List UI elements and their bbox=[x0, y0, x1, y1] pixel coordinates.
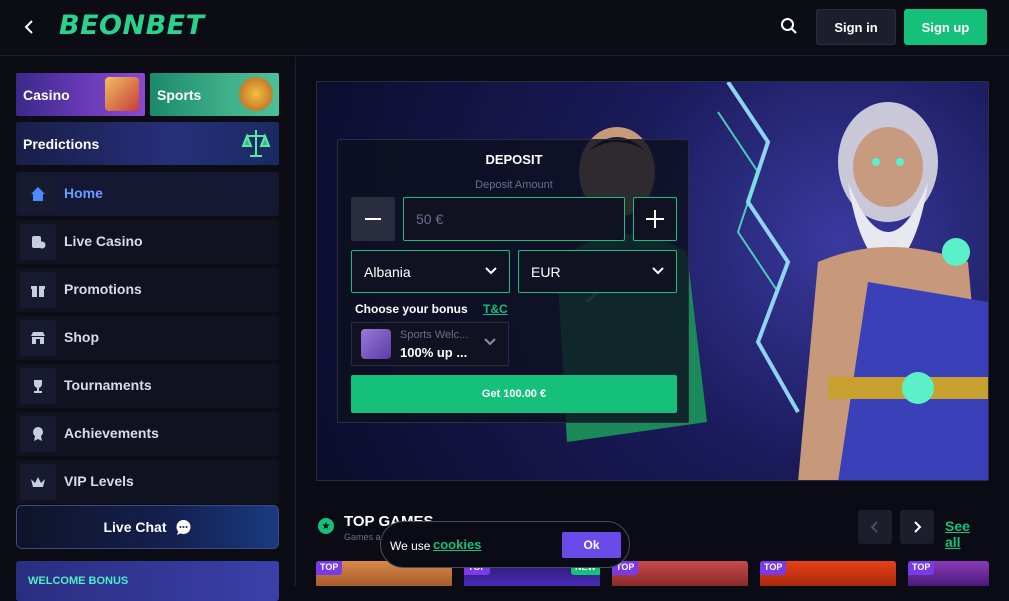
sidebar-item-label: Achievements bbox=[64, 425, 159, 441]
top-badge: TOP bbox=[908, 561, 935, 575]
deposit-title: DEPOSIT bbox=[485, 152, 543, 167]
sidebar-item-live-casino[interactable]: Live Casino bbox=[16, 220, 279, 264]
top-badge: TOP bbox=[760, 561, 787, 575]
get-bonus-button[interactable]: Get 100.00 € bbox=[351, 375, 677, 413]
medal-icon bbox=[20, 416, 56, 452]
decrease-amount-button[interactable] bbox=[351, 197, 395, 241]
trophy-icon bbox=[20, 368, 56, 404]
sidebar-item-shop[interactable]: Shop bbox=[16, 316, 279, 360]
chat-bubble-icon bbox=[175, 519, 192, 536]
category-label: Predictions bbox=[23, 136, 100, 152]
bonus-select[interactable]: Sports Welc... 100% up ... bbox=[351, 322, 509, 366]
sign-in-button[interactable]: Sign in bbox=[816, 9, 896, 45]
sidebar-item-label: VIP Levels bbox=[64, 473, 134, 489]
choose-bonus-label: Choose your bonus bbox=[355, 302, 468, 316]
category-label: Casino bbox=[23, 87, 70, 103]
search-icon[interactable] bbox=[780, 17, 800, 37]
scales-icon bbox=[239, 126, 273, 160]
country-value: Albania bbox=[364, 264, 411, 280]
sidebar-item-tournaments[interactable]: Tournaments bbox=[16, 364, 279, 408]
chevron-down-icon bbox=[652, 263, 664, 279]
back-icon[interactable] bbox=[22, 17, 42, 39]
sidebar-item-achievements[interactable]: Achievements bbox=[16, 412, 279, 456]
deposit-panel: DEPOSIT Deposit Amount 50 € Albania EUR … bbox=[337, 139, 689, 423]
sign-up-button[interactable]: Sign up bbox=[904, 9, 987, 45]
game-tile[interactable]: TOP bbox=[908, 561, 989, 586]
live-chat-label: Live Chat bbox=[103, 519, 167, 535]
bonus-category: Sports Welc... bbox=[400, 329, 469, 341]
home-icon bbox=[20, 176, 56, 212]
terms-link[interactable]: T&C bbox=[483, 302, 508, 316]
sidebar-item-promotions[interactable]: Promotions bbox=[16, 268, 279, 312]
top-bar: BEONBET Sign in Sign up bbox=[0, 0, 1009, 56]
chevron-down-icon bbox=[485, 263, 497, 279]
currency-value: EUR bbox=[531, 264, 561, 280]
live-casino-icon bbox=[20, 224, 56, 260]
category-casino[interactable]: Casino bbox=[16, 73, 145, 116]
sidebar-item-label: Live Casino bbox=[64, 233, 143, 249]
football-icon bbox=[239, 77, 273, 111]
sidebar-item-label: Tournaments bbox=[64, 377, 152, 393]
game-tile[interactable]: TOP bbox=[760, 561, 896, 586]
cookies-link[interactable]: cookies bbox=[433, 537, 481, 552]
sidebar: Casino Sports Predictions Home Live Casi… bbox=[0, 57, 296, 601]
crown-icon bbox=[20, 464, 56, 500]
slot-machine-icon bbox=[105, 77, 139, 111]
sidebar-item-vip-levels[interactable]: VIP Levels bbox=[16, 460, 279, 504]
deposit-amount-input[interactable]: 50 € bbox=[403, 197, 625, 241]
bonus-value: 100% up ... bbox=[400, 345, 468, 360]
increase-amount-button[interactable] bbox=[633, 197, 677, 241]
currency-select[interactable]: EUR bbox=[518, 250, 677, 293]
treasure-chest-icon bbox=[361, 329, 391, 359]
sidebar-item-label: Home bbox=[64, 185, 103, 201]
welcome-bonus-banner[interactable]: WELCOME BONUS bbox=[16, 561, 279, 601]
star-icon: ★ bbox=[318, 518, 334, 534]
carousel-prev-button[interactable] bbox=[858, 510, 892, 544]
deposit-amount-label: Deposit Amount bbox=[475, 179, 553, 191]
shop-icon bbox=[20, 320, 56, 356]
top-games-subtitle: Games a bbox=[344, 532, 381, 542]
sidebar-item-label: Shop bbox=[64, 329, 99, 345]
game-tile[interactable]: TOP bbox=[612, 561, 748, 586]
sidebar-item-label: Promotions bbox=[64, 281, 142, 297]
category-predictions[interactable]: Predictions bbox=[16, 122, 279, 165]
gift-icon bbox=[20, 272, 56, 308]
brand-logo[interactable]: BEONBET bbox=[59, 10, 205, 41]
zeus-character-image bbox=[717, 82, 988, 480]
chevron-down-icon bbox=[484, 335, 496, 350]
cookie-ok-button[interactable]: Ok bbox=[562, 532, 621, 558]
top-badge: TOP bbox=[316, 561, 343, 575]
category-label: Sports bbox=[157, 87, 202, 103]
sidebar-item-home[interactable]: Home bbox=[16, 172, 279, 216]
cookie-text: We use bbox=[390, 539, 431, 553]
see-all-link[interactable]: See all bbox=[945, 518, 989, 550]
cookie-banner: We use cookies Ok bbox=[380, 521, 630, 568]
country-select[interactable]: Albania bbox=[351, 250, 510, 293]
category-sports[interactable]: Sports bbox=[150, 73, 279, 116]
live-chat-button[interactable]: Live Chat bbox=[16, 505, 279, 549]
carousel-next-button[interactable] bbox=[900, 510, 934, 544]
